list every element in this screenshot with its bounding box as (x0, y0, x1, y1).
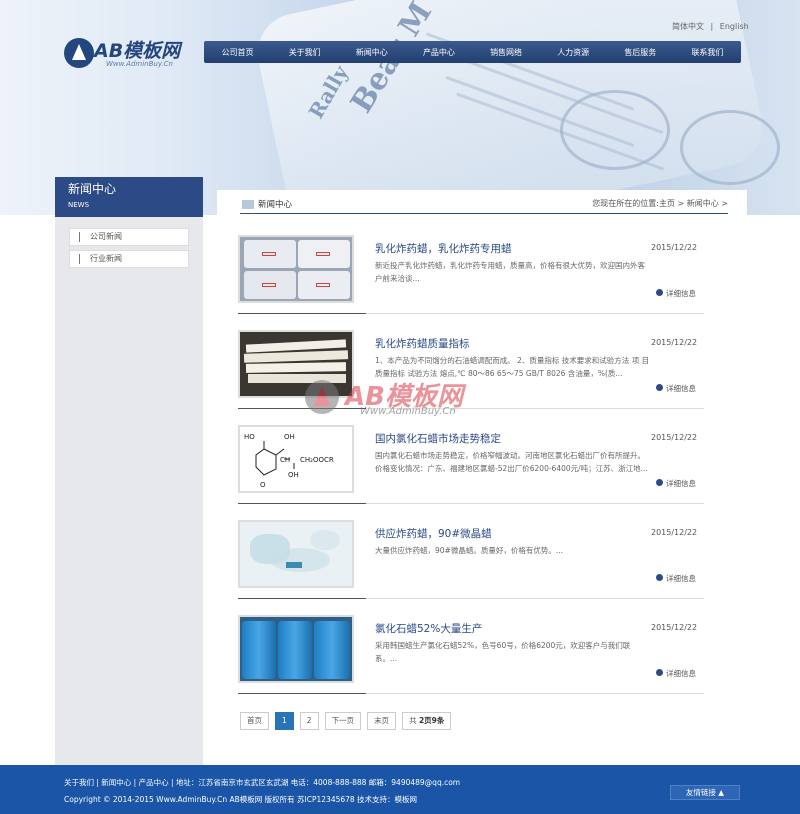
news-thumbnail[interactable] (238, 615, 354, 683)
news-title[interactable]: 乳化炸药蜡，乳化炸药专用蜡 (375, 241, 512, 256)
news-more-link[interactable]: 详细信息 (656, 668, 696, 679)
news-desc: 新近投产乳化炸药蜡，乳化炸药专用蜡，质量高，价格有很大优势，欢迎国内外客户前来洽… (375, 261, 645, 283)
news-item: 供应炸药蜡，90#微晶蜡 2015/12/22 大量供应炸药蜡，90#微晶蜡。质… (238, 520, 704, 612)
pager-last[interactable]: 末页 (367, 712, 397, 730)
section-title: 新闻中心 (240, 198, 292, 210)
logo-url: Www.AdminBuy.Cn (106, 60, 173, 68)
news-item: HO OH CH CH₂OOCR OH O 国内氯化石蜡市场走势稳定 2015/… (238, 425, 704, 517)
pager-total-value: 2页9条 (418, 716, 445, 725)
news-date: 2015/12/22 (651, 338, 698, 347)
nav-about[interactable]: 关于我们 (271, 47, 338, 58)
footer-copyright: Copyright © 2014-2015 Www.AdminBuy.Cn AB… (64, 795, 418, 804)
news-more-link[interactable]: 详细信息 (656, 288, 696, 299)
sidebar (55, 217, 203, 765)
footer-links-address: 关于我们 | 新闻中心 | 产品中心 | 地址：江苏省南京市玄武区玄武湖 电话：… (64, 778, 461, 787)
main-nav: 公司首页 关于我们 新闻中心 产品中心 销售网络 人力资源 售后服务 联系我们 (204, 41, 741, 63)
footer: 关于我们 | 新闻中心 | 产品中心 | 地址：江苏省南京市玄武区玄武湖 电话：… (0, 765, 800, 814)
news-desc: 采用韩国蜡生产氯化石蜡52%，色号60号，价格6200元，欢迎客户与我们联系。.… (375, 641, 631, 663)
nav-news[interactable]: 新闻中心 (338, 47, 405, 58)
nav-products[interactable]: 产品中心 (405, 47, 472, 58)
news-title[interactable]: 氯化石蜡52%大量生产 (375, 621, 482, 636)
pager-first[interactable]: 首页 (240, 712, 269, 730)
friend-links-button[interactable]: 友情链接 ▲ (670, 785, 740, 800)
news-title[interactable]: 乳化炸药蜡质量指标 (375, 336, 470, 351)
chem-label: CH₂OOCR (300, 456, 334, 464)
pager-total-prefix: 共 (409, 716, 417, 725)
news-thumbnail[interactable] (238, 330, 354, 398)
news-title[interactable]: 供应炸药蜡，90#微晶蜡 (375, 526, 492, 541)
news-date: 2015/12/22 (651, 528, 698, 537)
glasses-image (560, 90, 670, 170)
news-date: 2015/12/22 (651, 623, 698, 632)
lang-separator: | (710, 22, 714, 31)
pager-page-1[interactable]: 1 (275, 712, 294, 730)
sidebar-item-company-news[interactable]: 公司新闻 (69, 228, 189, 246)
news-item: 乳化炸药蜡质量指标 1、本产品为不同馏分的石油蜡调配而成。 2、质量指标 技术要… (238, 330, 704, 422)
pager-page-2[interactable]: 2 (299, 712, 319, 730)
pagination: 首页 1 2 下一页 末页 共 2页9条 (240, 712, 452, 730)
logo-name: AB模板网 (94, 40, 181, 62)
sidebar-subtitle: NEWS (68, 201, 90, 209)
nav-sales[interactable]: 销售网络 (473, 47, 540, 58)
nav-contact[interactable]: 联系我们 (674, 47, 741, 58)
news-more-link[interactable]: 详细信息 (656, 478, 696, 489)
news-desc: 1、本产品为不同馏分的石油蜡调配而成。 2、质量指标 技术要求和试验方法 项 目… (375, 356, 650, 378)
news-thumbnail[interactable] (238, 520, 354, 588)
news-item: 乳化炸药蜡，乳化炸药专用蜡 2015/12/22 新近投产乳化炸药蜡，乳化炸药专… (238, 235, 704, 327)
lang-chinese-link[interactable]: 简体中文 (672, 21, 704, 32)
logo-icon (64, 38, 94, 68)
news-more-link[interactable]: 详细信息 (656, 383, 696, 394)
news-desc: 大量供应炸药蜡，90#微晶蜡。质量好，价格有优势。... (375, 546, 563, 555)
chemical-structure-image: HO OH CH CH₂OOCR OH O (244, 433, 334, 489)
sidebar-header: 新闻中心 NEWS (55, 177, 203, 217)
chem-label: CH (280, 456, 290, 464)
news-item: 氯化石蜡52%大量生产 2015/12/22 采用韩国蜡生产氯化石蜡52%，色号… (238, 615, 704, 707)
section-header: 新闻中心 您现在所在的位置:主页 > 新闻中心 > (240, 196, 728, 214)
pager-total: 共 2页9条 (402, 712, 452, 730)
breadcrumb[interactable]: 您现在所在的位置:主页 > 新闻中心 > (592, 198, 728, 209)
news-thumbnail[interactable] (238, 235, 354, 303)
nav-hr[interactable]: 人力资源 (540, 47, 607, 58)
lang-english-link[interactable]: English (720, 22, 749, 31)
chem-label: OH (288, 471, 299, 479)
chem-label: HO (244, 433, 255, 441)
language-switch: 简体中文 | English (672, 21, 749, 32)
nav-home[interactable]: 公司首页 (204, 47, 271, 58)
pager-next[interactable]: 下一页 (324, 712, 362, 730)
news-date: 2015/12/22 (651, 433, 698, 442)
news-date: 2015/12/22 (651, 243, 698, 252)
chem-label: OH (284, 433, 295, 441)
site-logo[interactable]: AB模板网 Www.AdminBuy.Cn (64, 36, 204, 72)
sidebar-title: 新闻中心 (68, 182, 117, 196)
sidebar-item-label: 行业新闻 (90, 254, 122, 263)
sidebar-item-industry-news[interactable]: 行业新闻 (69, 250, 189, 268)
news-thumbnail[interactable]: HO OH CH CH₂OOCR OH O (238, 425, 354, 493)
chem-label: O (260, 481, 266, 489)
news-title[interactable]: 国内氯化石蜡市场走势稳定 (375, 431, 501, 446)
news-more-link[interactable]: 详细信息 (656, 573, 696, 584)
news-desc: 国内氯化石蜡市场走势稳定，价格窄幅波动。河南地区氯化石蜡出厂价有所提升。价格变化… (375, 451, 648, 473)
sidebar-item-label: 公司新闻 (90, 232, 122, 241)
nav-service[interactable]: 售后服务 (607, 47, 674, 58)
